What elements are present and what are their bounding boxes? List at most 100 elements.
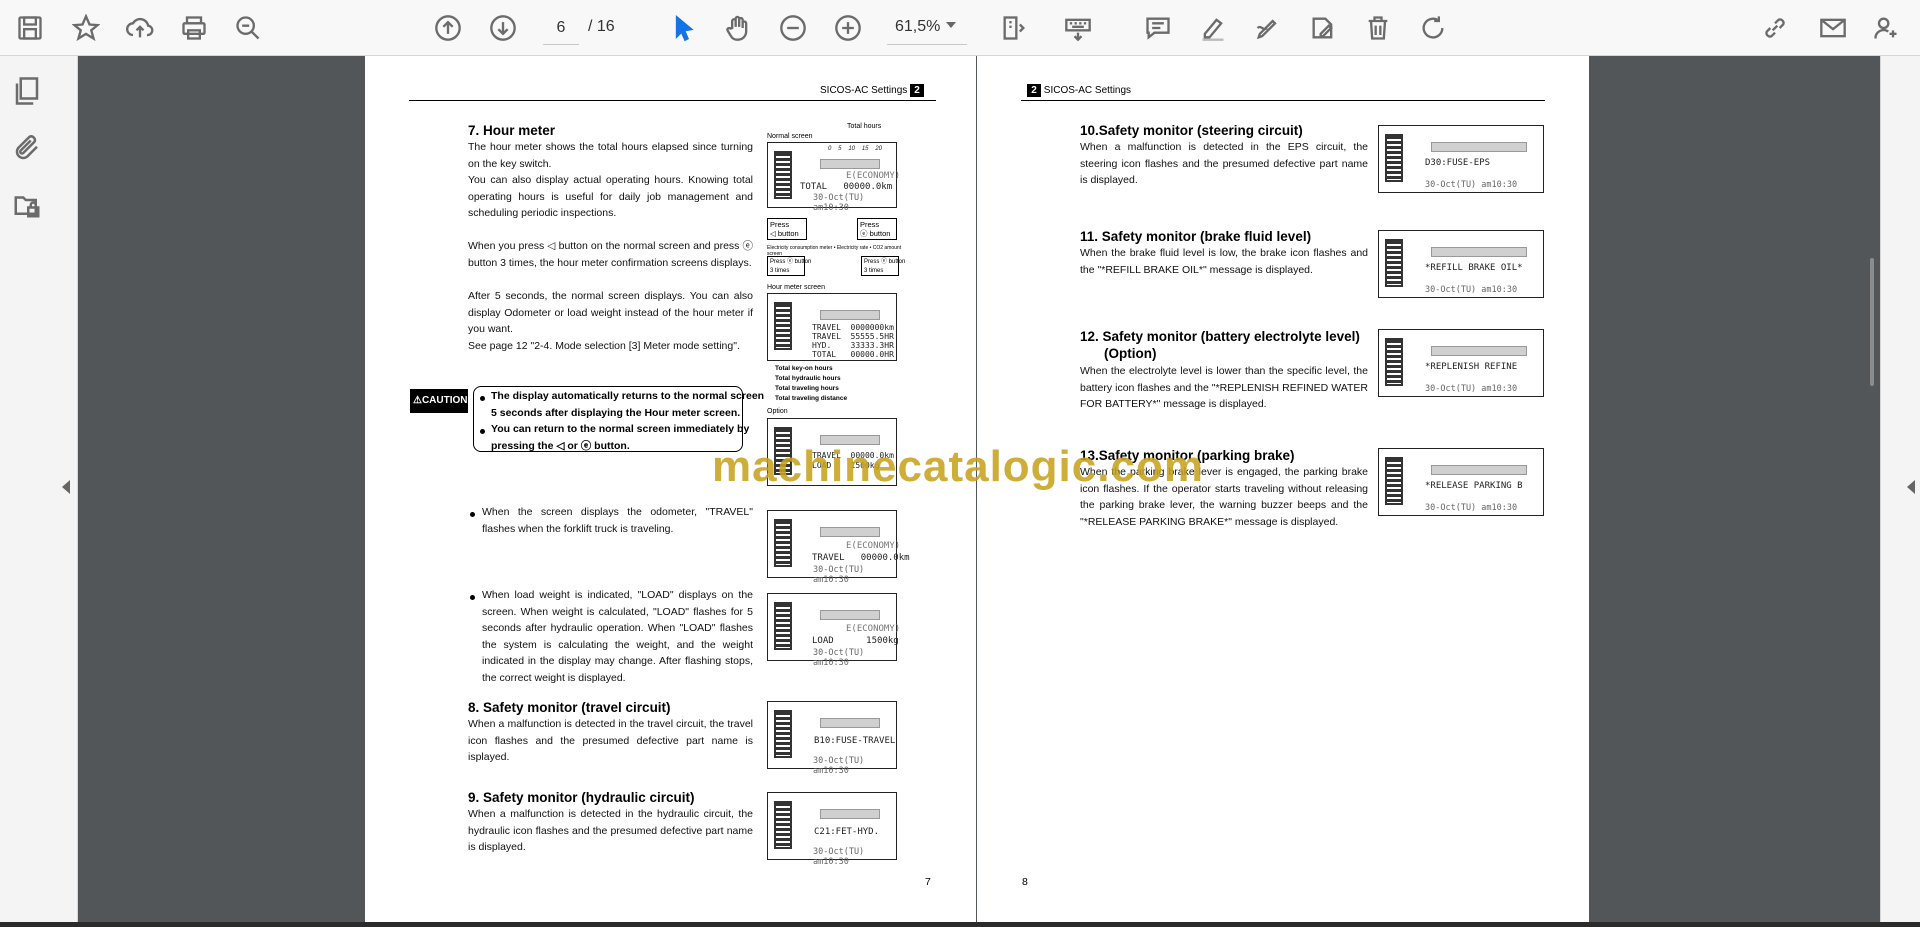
email-icon[interactable]: [1813, 8, 1853, 48]
section-7-p5: See page 12 "2-4. Mode selection [3] Met…: [468, 340, 740, 352]
page-header: 2 SICOS-AC Settings: [1027, 84, 1131, 97]
chevron-down-icon[interactable]: [946, 22, 956, 28]
lcd-travel-circuit: B10:FUSE-TRAVEL 30-Oct(TU) am10:30: [767, 701, 897, 776]
bullet-odometer-text: When the screen displays the odometer, "…: [482, 506, 753, 535]
bullet: [470, 512, 475, 517]
lcd-date: 30-Oct(TU) am10:30: [813, 648, 865, 668]
edit-text-icon[interactable]: [1303, 8, 1343, 48]
lcd-scale: 0 5 10 15 20: [828, 146, 882, 152]
scale-tick: 20: [875, 146, 882, 152]
select-cursor-icon[interactable]: [664, 8, 704, 48]
lcd-date: 30-Oct(TU) am10:30: [813, 193, 865, 213]
battery-bars: [774, 801, 792, 849]
pages-thumbnail-icon[interactable]: [12, 76, 52, 116]
lcd-brake-message: *REFILL BRAKE OIL*: [1425, 263, 1523, 273]
section-7-p2: You can also display actual operating ho…: [468, 174, 753, 219]
right-panel: [1880, 56, 1920, 922]
battery-bars: [774, 302, 792, 350]
lcd-load: E(ECONOMY) LOAD 1500kg 30-Oct(TU) am10:3…: [767, 593, 901, 668]
caution-line-2a: You can return to the normal screen imme…: [491, 423, 750, 435]
section-9-text: When a malfunction is detected in the hy…: [468, 808, 753, 853]
save-icon[interactable]: [10, 8, 50, 48]
lcd-hydraulic-error: C21:FET-HYD.: [814, 827, 880, 837]
lcd-gauge: [820, 809, 880, 819]
header-rule: [1021, 100, 1545, 101]
lcd-parking-message: *RELEASE PARKING B: [1425, 481, 1523, 491]
lcd-steering-circuit: D30:FUSE-EPS 30-Oct(TU) am10:30: [1378, 125, 1544, 193]
page-up-icon[interactable]: [428, 8, 468, 48]
press-right-button-box: Press ⓔ button: [857, 218, 897, 240]
delete-icon[interactable]: [1358, 8, 1398, 48]
add-user-icon[interactable]: [1866, 8, 1906, 48]
fig-hour-meter-label: Hour meter screen: [767, 284, 825, 291]
bullet: [480, 429, 485, 434]
attachment-icon[interactable]: [12, 133, 52, 173]
share-link-icon[interactable]: [1755, 8, 1795, 48]
lcd-gauge: [820, 310, 880, 320]
lcd-total: TOTAL 00000.0km: [800, 182, 893, 192]
scale-tick: 10: [848, 146, 855, 152]
battery-bars: [1385, 457, 1403, 505]
lcd-steering-error: D30:FUSE-EPS: [1425, 158, 1491, 168]
section-11-text: When the brake fluid level is low, the b…: [1080, 247, 1368, 276]
zoom-select[interactable]: 61,5%: [887, 11, 967, 45]
draw-icon[interactable]: [1248, 8, 1288, 48]
page-number-input[interactable]: [543, 11, 579, 45]
page-down-icon[interactable]: [483, 8, 523, 48]
lcd-economy: E(ECONOMY): [846, 541, 901, 551]
print-icon[interactable]: [174, 8, 214, 48]
section-7-p4: After 5 seconds, the normal screen displ…: [468, 290, 753, 335]
bullet: [470, 595, 475, 600]
scale-tick: 5: [838, 146, 842, 152]
bookmark-star-icon[interactable]: [66, 8, 106, 48]
lcd-economy: E(ECONOMY): [846, 624, 901, 634]
lcd-odometer: E(ECONOMY) TRAVEL 00000.0km 30-Oct(TU) a…: [767, 510, 910, 585]
scale-tick: 15: [861, 146, 869, 152]
keyboard-icon[interactable]: [1058, 8, 1098, 48]
lcd-gauge: [820, 159, 880, 169]
fit-page-icon[interactable]: [994, 8, 1034, 48]
battery-bars: [774, 710, 792, 758]
zoom-out-icon[interactable]: [773, 8, 813, 48]
zoom-value: 61,5%: [895, 18, 941, 35]
hand-icon[interactable]: [718, 8, 758, 48]
left-sidebar: [0, 56, 78, 922]
collapse-left-icon[interactable]: [62, 480, 70, 494]
battery-bars: [774, 519, 792, 567]
battery-bars: [774, 602, 792, 650]
zoom-in-icon[interactable]: [828, 8, 868, 48]
section-8-title: 8. Safety monitor (travel circuit): [468, 700, 671, 715]
bullet-load-text: When load weight is indicated, "LOAD" di…: [482, 589, 753, 684]
caution-line-2b: pressing the ◁ or ⓔ button.: [491, 440, 630, 452]
lcd-date: 30-Oct(TU) am10:30: [1425, 503, 1518, 513]
header-title: SICOS-AC Settings: [1043, 85, 1132, 96]
lcd-hydraulic-circuit: C21:FET-HYD. 30-Oct(TU) am10:30: [767, 792, 897, 867]
rotate-icon[interactable]: [1413, 8, 1453, 48]
section-9-title: 9. Safety monitor (hydraulic circuit): [468, 790, 695, 805]
page-number: 8: [1022, 876, 1028, 888]
vertical-scrollbar-thumb[interactable]: [1870, 258, 1874, 386]
section-7-title: 7. Hour meter: [468, 123, 556, 138]
upload-cloud-icon[interactable]: [120, 8, 160, 48]
lcd-normal-screen: 0 5 10 15 20 E(ECONOMY) TOTAL 00000.0km 30-O…: [767, 142, 900, 213]
highlight-icon[interactable]: [1193, 8, 1233, 48]
section-12-text: When the electrolyte level is lower than…: [1080, 365, 1368, 410]
section-7-p3: When you press ◁ button on the normal sc…: [468, 240, 753, 269]
lcd-parking-brake: *RELEASE PARKING B 30-Oct(TU) am10:30: [1378, 448, 1544, 516]
lcd-battery-electrolyte: *REPLENISH REFINE 30-Oct(TU) am10:30: [1378, 329, 1544, 397]
lcd-date: 30-Oct(TU) am10:30: [1425, 180, 1518, 190]
layers-lock-icon[interactable]: [12, 190, 52, 230]
section-10-text: When a malfunction is detected in the EP…: [1080, 141, 1368, 186]
expand-right-panel-icon[interactable]: [1907, 480, 1915, 494]
lcd-date: 30-Oct(TU) am10:30: [813, 565, 865, 585]
caution-line-1b: 5 seconds after displaying the Hour mete…: [491, 407, 741, 419]
header-title: SICOS-AC Settings: [820, 85, 908, 96]
fig-key-on-label: Total key-on hours: [775, 365, 833, 372]
battery-bars: [1385, 134, 1403, 182]
header-rule: [409, 100, 936, 101]
search-zoom-icon[interactable]: [228, 8, 268, 48]
comment-icon[interactable]: [1138, 8, 1178, 48]
lcd-gauge: [1431, 346, 1527, 356]
press-3-times-right: Press ⓔ button 3 times: [861, 256, 905, 276]
battery-bars: [1385, 239, 1403, 287]
